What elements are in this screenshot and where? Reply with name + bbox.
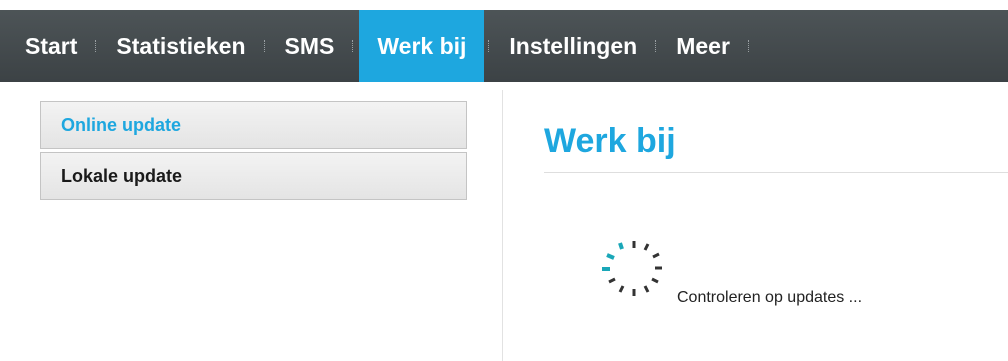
loading-spinner-icon [602, 241, 662, 296]
spinner-tick [643, 285, 650, 293]
nav-separator [95, 40, 98, 52]
main-content: Werk bij [544, 110, 1008, 173]
nav-start[interactable]: Start [0, 10, 91, 82]
spinner-tick [643, 243, 650, 251]
nav-werk-bij[interactable]: Werk bij [359, 10, 485, 82]
spinner-tick [608, 277, 616, 284]
nav-separator [655, 40, 658, 52]
page-title: Werk bij [544, 122, 676, 160]
nav-separator [488, 40, 491, 52]
nav-separator [263, 40, 267, 52]
nav-statistieken[interactable]: Statistieken [102, 10, 259, 82]
title-divider [544, 172, 1008, 173]
nav-separator [747, 40, 751, 52]
nav-separator [352, 40, 355, 52]
main-navigation: Start Statistieken SMS Werk bij Instelli… [0, 10, 1008, 82]
vertical-divider [502, 90, 503, 361]
nav-meer[interactable]: Meer [662, 10, 744, 82]
status-text: Controleren op updates ... [677, 289, 863, 306]
spinner-tick [618, 242, 624, 250]
sidebar-item-lokale-update[interactable]: Lokale update [40, 152, 467, 200]
spinner-tick [618, 285, 625, 293]
sidebar: Online update Lokale update [40, 101, 467, 203]
spinner-tick [606, 253, 615, 260]
sidebar-item-online-update[interactable]: Online update [40, 101, 467, 149]
top-strip [0, 0, 1008, 10]
nav-instellingen[interactable]: Instellingen [495, 10, 651, 82]
spinner-tick [652, 252, 660, 259]
nav-sms[interactable]: SMS [271, 10, 349, 82]
spinner-tick [651, 277, 659, 284]
